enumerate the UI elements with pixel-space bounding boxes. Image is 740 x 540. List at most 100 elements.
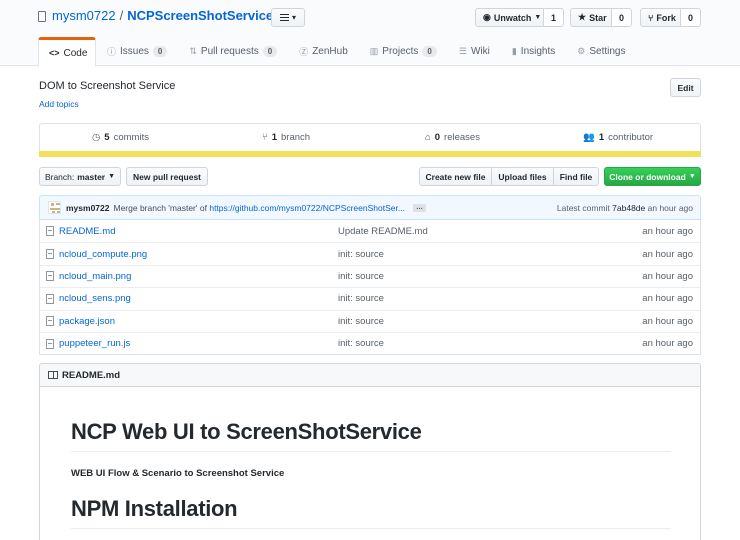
tab-label: Pull requests xyxy=(200,46,259,57)
clone-or-download-button[interactable]: Clone or download ▼ xyxy=(604,167,701,186)
tab-counter: 0 xyxy=(422,46,437,57)
fork-count[interactable]: 0 xyxy=(681,8,701,27)
file-row: package.json init: source an hour ago xyxy=(40,309,700,332)
star-count[interactable]: 0 xyxy=(612,8,632,27)
file-icon xyxy=(46,271,54,282)
repo-title: mysm0722 / NCPScreenShotService xyxy=(38,8,273,24)
clone-group: Clone or download ▼ xyxy=(604,167,701,186)
unwatch-label: Unwatch xyxy=(493,12,532,23)
tab-settings[interactable]: ⚙ Settings xyxy=(566,37,636,66)
repo-icon xyxy=(38,10,46,22)
commits-link[interactable]: ◷ 5 commits xyxy=(92,124,149,151)
branch-select-button[interactable]: Branch: master ▼ xyxy=(39,167,121,186)
branch-select: Branch: master ▼ xyxy=(39,167,121,186)
star-group: ★ Star 0 xyxy=(570,8,632,27)
file-commit-message[interactable]: init: source xyxy=(338,338,384,349)
tab-wiki[interactable]: ☰ Wiki xyxy=(448,37,501,66)
edit-description-button[interactable]: Edit xyxy=(670,78,701,97)
file-row: ncloud_main.png init: source an hour ago xyxy=(40,264,700,287)
avatar[interactable] xyxy=(48,201,61,214)
tab-pull-requests[interactable]: ⇅ Pull requests 0 xyxy=(178,37,288,66)
releases-count: 0 xyxy=(434,132,441,143)
commit-message[interactable]: Merge branch 'master' of xyxy=(113,203,206,213)
branches-link[interactable]: ⑂ 1 branch xyxy=(262,124,310,151)
upload-files-button[interactable]: Upload files xyxy=(492,167,554,186)
tab-label: Wiki xyxy=(470,46,490,57)
releases-label: releases xyxy=(444,132,480,143)
clone-label: Clone or download xyxy=(609,171,686,182)
tab-label: Issues xyxy=(120,46,149,57)
file-age: an hour ago xyxy=(642,293,693,305)
readme-header: README.md xyxy=(39,363,701,387)
file-name-link[interactable]: package.json xyxy=(59,316,115,327)
repo-owner-link[interactable]: mysm0722 xyxy=(52,8,116,24)
wiki-icon: ☰ xyxy=(458,46,467,56)
file-actions: Create new file Upload files Find file xyxy=(419,167,599,186)
gear-icon: ⚙ xyxy=(577,46,586,56)
file-commit-message[interactable]: init: source xyxy=(338,249,384,260)
unwatch-button[interactable]: ◉ Unwatch ▼ xyxy=(475,8,544,27)
fork-button[interactable]: ⑂ Fork xyxy=(640,8,681,27)
latest-commit-label: Latest commit xyxy=(556,202,610,213)
tab-counter: 0 xyxy=(152,46,168,57)
file-name-link[interactable]: ncloud_sens.png xyxy=(59,293,131,304)
tab-label: Insights xyxy=(520,46,556,57)
branch-prefix: Branch: xyxy=(44,171,75,182)
add-topics-link[interactable]: Add topics xyxy=(39,99,79,109)
file-age: an hour ago xyxy=(642,248,693,260)
repo-name-link[interactable]: NCPScreenShotService xyxy=(127,8,273,24)
releases-link[interactable]: ⌂ 0 releases xyxy=(425,124,480,151)
commit-age: an hour ago xyxy=(647,202,693,213)
tab-projects[interactable]: ▥ Projects 0 xyxy=(359,37,448,66)
heading-divider xyxy=(71,528,671,529)
readme-heading: NCP Web UI to ScreenShotService xyxy=(71,419,422,444)
repo-separator: / xyxy=(119,8,124,23)
zenhub-board-button[interactable]: ▾ xyxy=(271,8,305,27)
eye-icon: ◉ xyxy=(483,12,491,22)
numbers-summary: ◷ 5 commits ⑂ 1 branch ⌂ 0 releases 👥 1 … xyxy=(39,123,701,157)
tab-label: Settings xyxy=(589,46,626,57)
commits-count: 5 xyxy=(104,132,110,143)
repo-nav: <> Code ⓘ Issues 0 ⇅ Pull requests 0 Ⓩ Z… xyxy=(38,37,636,67)
heading-divider xyxy=(71,451,671,452)
chevron-down-icon: ▼ xyxy=(108,173,116,180)
create-new-file-button[interactable]: Create new file xyxy=(419,167,492,186)
find-file-button[interactable]: Find file xyxy=(554,167,599,186)
file-list: README.md Update README.md an hour ago n… xyxy=(39,220,701,356)
file-name-link[interactable]: ncloud_compute.png xyxy=(59,249,147,260)
branches-count: 1 xyxy=(271,132,277,143)
file-name-link[interactable]: puppeteer_run.js xyxy=(59,338,130,349)
expand-commit-button[interactable]: … xyxy=(412,203,426,212)
language-bar[interactable] xyxy=(39,151,701,157)
star-button[interactable]: ★ Star xyxy=(570,8,612,27)
new-pr-group: New pull request xyxy=(126,167,208,186)
file-row: ncloud_sens.png init: source an hour ago xyxy=(40,287,700,309)
new-pull-request-button[interactable]: New pull request xyxy=(126,167,208,186)
tab-issues[interactable]: ⓘ Issues 0 xyxy=(96,37,178,66)
chevron-down-icon: ▼ xyxy=(688,173,696,180)
commits-label: commits xyxy=(113,132,149,143)
file-commit-message[interactable]: Update README.md xyxy=(338,226,428,237)
tab-insights[interactable]: ▮ Insights xyxy=(501,37,566,66)
watch-count[interactable]: 1 xyxy=(544,8,564,27)
file-commit-message[interactable]: init: source xyxy=(338,316,384,327)
commit-author[interactable]: mysm0722 xyxy=(66,203,109,213)
repo-description: DOM to Screenshot Service xyxy=(39,80,176,92)
file-name-link[interactable]: README.md xyxy=(59,226,115,237)
fork-group: ⑂ Fork 0 xyxy=(640,8,701,27)
tab-counter: 0 xyxy=(262,46,278,57)
file-icon xyxy=(46,293,54,304)
file-commit-message[interactable]: init: source xyxy=(338,271,384,282)
file-name-link[interactable]: ncloud_main.png xyxy=(59,271,131,282)
tab-label: ZenHub xyxy=(312,46,348,57)
zenhub-icon: Ⓩ xyxy=(299,47,309,57)
commit-sha-link[interactable]: 7ab48de xyxy=(612,203,645,213)
tab-code[interactable]: <> Code xyxy=(38,37,96,67)
commit-message-link[interactable]: https://github.com/mysm0722/NCPScreenSho… xyxy=(209,203,405,213)
tab-zenhub[interactable]: Ⓩ ZenHub xyxy=(288,37,359,66)
repo-header: mysm0722 / NCPScreenShotService ▾ ◉ Unwa… xyxy=(0,0,740,67)
file-commit-message[interactable]: init: source xyxy=(338,293,384,304)
branches-label: branch xyxy=(281,132,311,143)
contributors-link[interactable]: 👥 1 contributor xyxy=(583,124,653,151)
tab-label: Code xyxy=(63,47,88,59)
